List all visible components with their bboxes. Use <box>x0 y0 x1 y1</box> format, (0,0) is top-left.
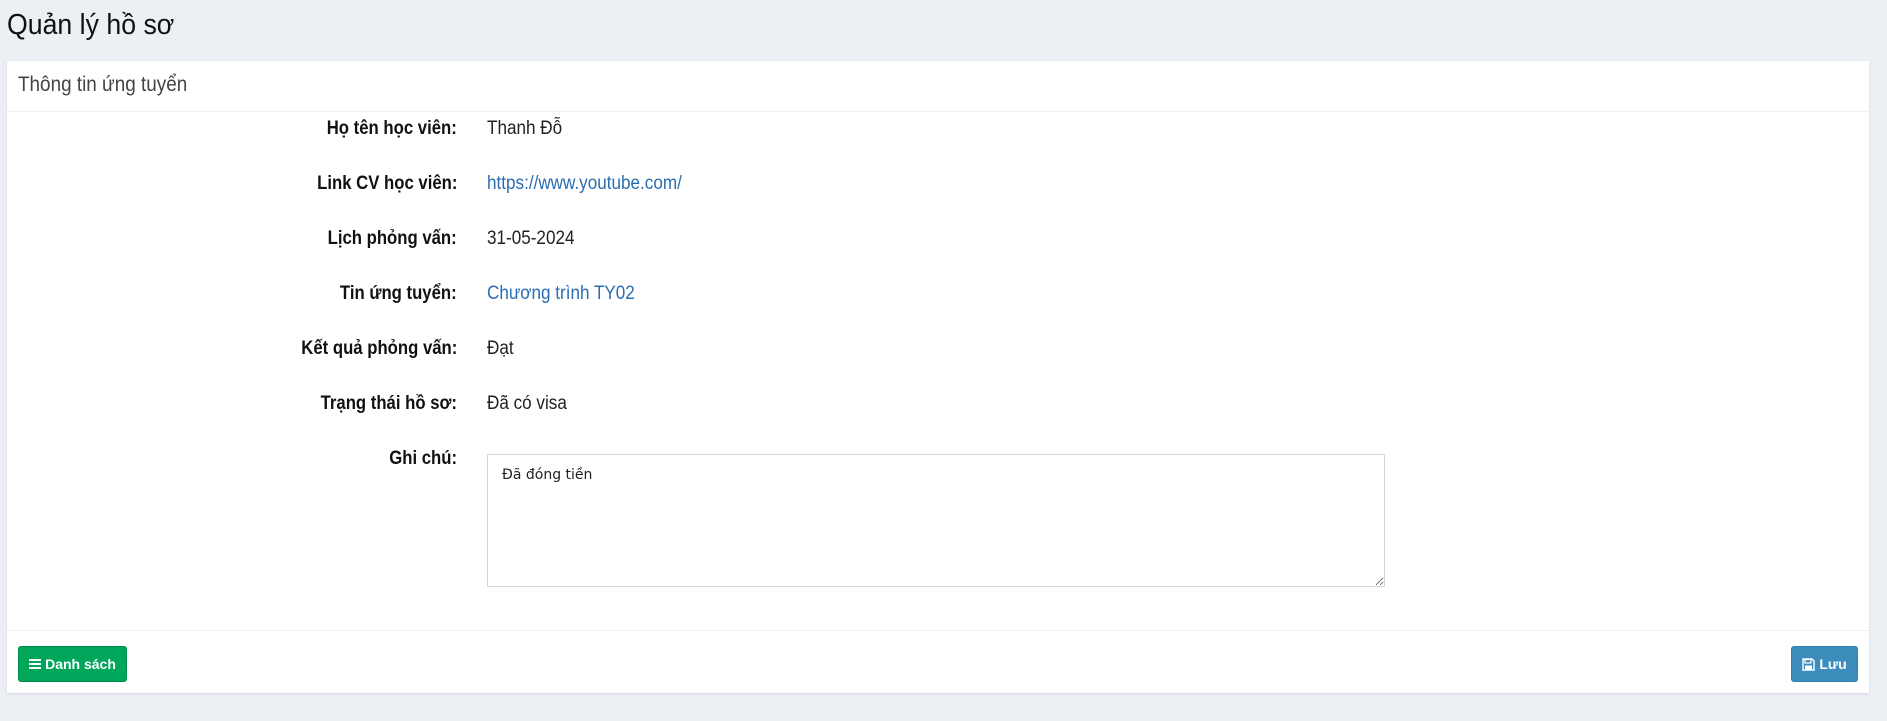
note-label: Ghi chú: <box>389 448 457 469</box>
form-row-interview-result: Kết quả phỏng vấn: Đạt <box>7 332 1869 372</box>
applicant-info-panel: Thông tin ứng tuyển Họ tên học viên: Tha… <box>7 61 1869 693</box>
profile-status-value: Đã có visa <box>487 393 567 414</box>
interview-result-label: Kết quả phỏng vấn: <box>300 338 457 359</box>
interview-result-value: Đạt <box>487 338 514 359</box>
save-button-label: Lưu <box>1819 656 1847 672</box>
cv-link[interactable]: https://www.youtube.com/ <box>487 173 682 195</box>
profile-status-label: Trạng thái hồ sơ: <box>320 393 457 414</box>
interview-date-label: Lịch phỏng vấn: <box>327 228 457 249</box>
page-title: Quản lý hồ sơ <box>7 9 175 41</box>
form-row-profile-status: Trạng thái hồ sơ: Đã có visa <box>7 387 1869 427</box>
form-row-interview-date: Lịch phỏng vấn: 31-05-2024 <box>7 222 1869 262</box>
floppy-disk-icon <box>1802 657 1816 671</box>
form-row-cv-link: Link CV học viên: https://www.youtube.co… <box>7 167 1869 207</box>
panel-title: Thông tin ứng tuyển <box>18 73 188 96</box>
form-row-job-posting: Tin ứng tuyển: Chương trình TY02 <box>7 277 1869 317</box>
save-button[interactable]: Lưu <box>1791 646 1858 682</box>
list-button-label: Danh sách <box>45 656 116 672</box>
list-icon <box>29 658 42 670</box>
student-name-value: Thanh Đỗ <box>487 118 563 139</box>
job-posting-label: Tin ứng tuyển: <box>340 283 457 304</box>
job-posting-link[interactable]: Chương trình TY02 <box>487 283 635 305</box>
panel-header: Thông tin ứng tuyển <box>7 61 1869 112</box>
list-button[interactable]: Danh sách <box>18 646 127 682</box>
interview-date-value: 31-05-2024 <box>487 228 575 249</box>
panel-footer: Danh sách Lưu <box>7 630 1869 694</box>
note-textarea[interactable] <box>487 454 1385 587</box>
cv-link-label: Link CV học viên: <box>316 173 457 194</box>
student-name-label: Họ tên học viên: <box>326 118 457 139</box>
form-row-student-name: Họ tên học viên: Thanh Đỗ <box>7 112 1869 152</box>
